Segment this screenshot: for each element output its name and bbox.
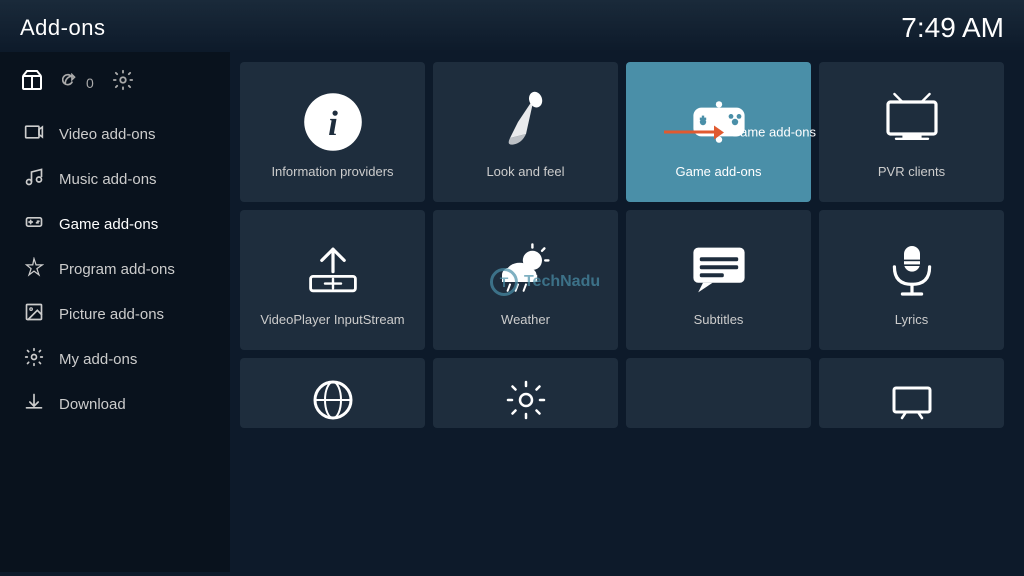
- refresh-count: 0: [86, 75, 94, 91]
- grid-item-label: Weather: [501, 312, 550, 329]
- content-area: i Information providers Look and feel: [230, 52, 1024, 572]
- svg-text:i: i: [328, 103, 338, 142]
- gamepad-icon: [23, 212, 45, 237]
- addon-grid: i Information providers Look and feel: [240, 62, 1004, 350]
- video-icon: [23, 122, 45, 147]
- sidebar-item-label: Music add-ons: [59, 171, 157, 188]
- sidebar-toolbar: 0: [0, 62, 230, 112]
- sidebar-item-label: Program add-ons: [59, 261, 175, 278]
- sidebar-item-my-addons[interactable]: My add-ons: [0, 337, 230, 382]
- refresh-badge[interactable]: 0: [62, 73, 94, 93]
- sidebar-item-label: Game add-ons: [59, 216, 158, 233]
- grid-item-label: Subtitles: [694, 312, 744, 329]
- bottom-partial-row: [240, 358, 1004, 428]
- grid-item-partial-4[interactable]: [819, 358, 1004, 428]
- grid-item-game-addons[interactable]: Game add-ons Game add-ons: [626, 62, 811, 202]
- sidebar-item-label: My add-ons: [59, 351, 137, 368]
- grid-item-label: Look and feel: [486, 164, 564, 181]
- grid-item-label: PVR clients: [878, 164, 945, 181]
- grid-item-label: Information providers: [271, 164, 393, 181]
- grid-item-pvr-clients[interactable]: PVR clients: [819, 62, 1004, 202]
- sidebar: 0 Video add-ons: [0, 52, 230, 572]
- grid-item-label: Lyrics: [895, 312, 928, 329]
- sidebar-item-picture-addons[interactable]: Picture add-ons: [0, 292, 230, 337]
- grid-item-lyrics[interactable]: Lyrics: [819, 210, 1004, 350]
- grid-item-weather[interactable]: Weather: [433, 210, 618, 350]
- grid-item-partial-2[interactable]: [433, 358, 618, 428]
- grid-item-look-and-feel[interactable]: Look and feel: [433, 62, 618, 202]
- myaddon-icon: [23, 347, 45, 372]
- grid-item-information-providers[interactable]: i Information providers: [240, 62, 425, 202]
- grid-item-videoplayer-inputstream[interactable]: VideoPlayer InputStream: [240, 210, 425, 350]
- sidebar-item-video-addons[interactable]: Video add-ons: [0, 112, 230, 157]
- sidebar-item-music-addons[interactable]: Music add-ons: [0, 157, 230, 202]
- addon-box-icon[interactable]: [20, 68, 44, 98]
- download-icon: [23, 392, 45, 417]
- clock: 7:49 AM: [901, 12, 1004, 44]
- grid-item-partial-3[interactable]: [626, 358, 811, 428]
- sidebar-item-download[interactable]: Download: [0, 382, 230, 427]
- sidebar-item-label: Download: [59, 396, 126, 413]
- music-icon: [23, 167, 45, 192]
- grid-item-subtitles[interactable]: Subtitles: [626, 210, 811, 350]
- settings-icon[interactable]: [112, 69, 134, 97]
- program-icon: [23, 257, 45, 282]
- sidebar-item-label: Video add-ons: [59, 126, 155, 143]
- sidebar-item-program-addons[interactable]: Program add-ons: [0, 247, 230, 292]
- grid-item-label: VideoPlayer InputStream: [260, 312, 404, 329]
- sidebar-item-game-addons[interactable]: Game add-ons: [0, 202, 230, 247]
- grid-item-label: Game add-ons: [676, 164, 762, 181]
- sidebar-item-label: Picture add-ons: [59, 306, 164, 323]
- header: Add-ons 7:49 AM: [0, 0, 1024, 52]
- page-title: Add-ons: [20, 15, 105, 41]
- main-layout: 0 Video add-ons: [0, 52, 1024, 572]
- grid-item-partial-1[interactable]: [240, 358, 425, 428]
- picture-icon: [23, 302, 45, 327]
